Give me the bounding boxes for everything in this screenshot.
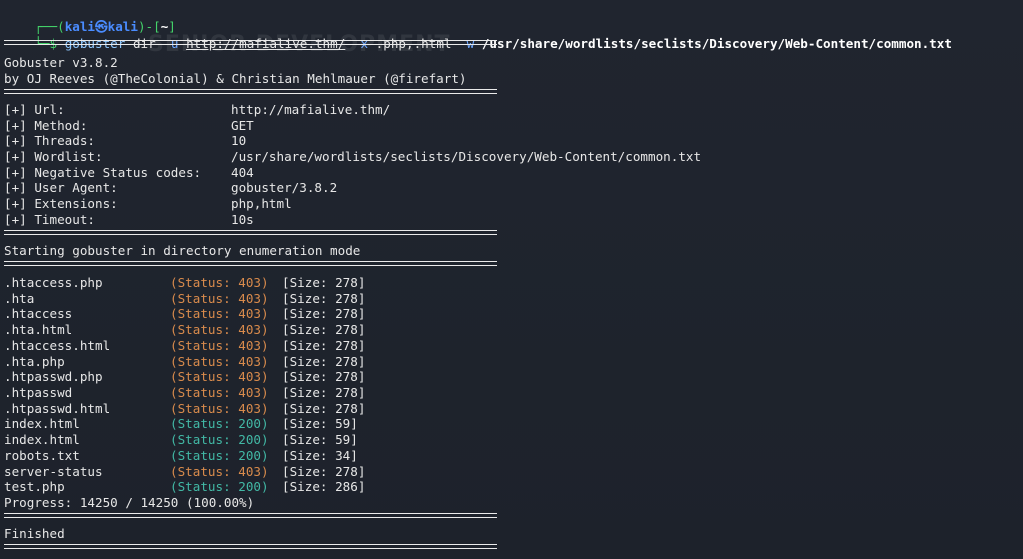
result-size: [Size: 278]	[282, 464, 366, 479]
result-size: [Size: 286]	[282, 479, 366, 494]
separator	[4, 89, 497, 94]
result-row: .hta.html (Status: 403) [Size: 278]	[4, 322, 504, 337]
config-key: [+] Method:	[4, 118, 88, 133]
prompt-line: ┌──(kali㉿kali)-[~]	[4, 4, 176, 34]
result-row: test.php (Status: 200) [Size: 286]	[4, 479, 504, 494]
result-status: (Status: 403)	[170, 291, 269, 306]
result-size: [Size: 278]	[282, 354, 366, 369]
config-row: [+] Negative Status codes: 404	[4, 165, 904, 180]
result-size: [Size: 59]	[282, 416, 358, 431]
result-size: [Size: 278]	[282, 322, 366, 337]
config-key: [+] Negative Status codes:	[4, 165, 202, 180]
result-status: (Status: 403)	[170, 354, 269, 369]
config-value: php,html	[231, 196, 292, 211]
result-path: .hta.php	[4, 354, 65, 369]
result-path: .htpasswd	[4, 385, 73, 400]
config-value: gobuster/3.8.2	[231, 180, 338, 195]
result-size: [Size: 278]	[282, 338, 366, 353]
command-wordlist: /usr/share/wordlists/seclists/Discovery/…	[481, 36, 952, 51]
result-row: .htaccess.php (Status: 403) [Size: 278]	[4, 275, 504, 290]
result-status: (Status: 403)	[170, 385, 269, 400]
config-key: [+] Timeout:	[4, 212, 95, 227]
result-status: (Status: 403)	[170, 464, 269, 479]
result-status: (Status: 200)	[170, 416, 269, 431]
config-row: [+] Timeout: 10s	[4, 212, 904, 227]
result-size: [Size: 278]	[282, 401, 366, 416]
config-key: [+] User Agent:	[4, 180, 118, 195]
result-status: (Status: 200)	[170, 432, 269, 447]
result-status: (Status: 403)	[170, 369, 269, 384]
finished-text: Finished	[4, 526, 65, 541]
result-row: robots.txt (Status: 200) [Size: 34]	[4, 448, 504, 463]
result-row: .htpasswd (Status: 403) [Size: 278]	[4, 385, 504, 400]
config-key: [+] Threads:	[4, 133, 95, 148]
config-row: [+] User Agent: gobuster/3.8.2	[4, 180, 904, 195]
result-row: .htpasswd.php (Status: 403) [Size: 278]	[4, 369, 504, 384]
separator	[4, 513, 497, 518]
config-value: http://mafialive.thm/	[231, 102, 391, 117]
result-path: .htpasswd.html	[4, 401, 111, 416]
result-size: [Size: 278]	[282, 291, 366, 306]
result-size: [Size: 278]	[282, 275, 366, 290]
separator	[4, 40, 497, 45]
result-path: .hta	[4, 291, 35, 306]
command-line[interactable]: └─$ gobuster dir -u http://mafialive.thm…	[4, 21, 952, 51]
result-path: robots.txt	[4, 448, 80, 463]
result-status: (Status: 200)	[170, 448, 269, 463]
config-row: [+] Method: GET	[4, 118, 904, 133]
config-row: [+] Threads: 10	[4, 133, 904, 148]
result-size: [Size: 278]	[282, 369, 366, 384]
banner-credits: by OJ Reeves (@TheColonial) & Christian …	[4, 71, 467, 86]
result-size: [Size: 34]	[282, 448, 358, 463]
config-value: 404	[231, 165, 254, 180]
result-status: (Status: 403)	[170, 322, 269, 337]
result-row: .htaccess (Status: 403) [Size: 278]	[4, 306, 504, 321]
result-path: .htaccess	[4, 306, 73, 321]
result-path: .htaccess.html	[4, 338, 111, 353]
config-key: [+] Url:	[4, 102, 65, 117]
result-row: .hta (Status: 403) [Size: 278]	[4, 291, 504, 306]
result-size: [Size: 59]	[282, 432, 358, 447]
result-path: index.html	[4, 416, 80, 431]
result-path: test.php	[4, 479, 65, 494]
separator	[4, 544, 497, 549]
terminal-window[interactable]: SENIOR DEVELOPMENT ┌──(kali㉿kali)-[~] └─…	[0, 0, 1023, 559]
progress-text: Progress: 14250 / 14250 (100.00%)	[4, 495, 255, 510]
separator	[4, 230, 497, 235]
result-status: (Status: 403)	[170, 306, 269, 321]
banner-title: Gobuster v3.8.2	[4, 55, 118, 70]
config-value: GET	[231, 118, 254, 133]
config-row: [+] Extensions: php,html	[4, 196, 904, 211]
result-size: [Size: 278]	[282, 306, 366, 321]
result-path: .hta.html	[4, 322, 73, 337]
config-key: [+] Extensions:	[4, 196, 118, 211]
result-status: (Status: 403)	[170, 401, 269, 416]
result-path: index.html	[4, 432, 80, 447]
start-message: Starting gobuster in directory enumerati…	[4, 243, 361, 258]
result-status: (Status: 200)	[170, 479, 269, 494]
result-path: .htaccess.php	[4, 275, 103, 290]
result-path: .htpasswd.php	[4, 369, 103, 384]
config-row: [+] Wordlist: /usr/share/wordlists/seclis…	[4, 149, 904, 164]
result-row: server-status (Status: 403) [Size: 278]	[4, 464, 504, 479]
result-size: [Size: 278]	[282, 385, 366, 400]
config-value: 10	[231, 133, 247, 148]
result-path: server-status	[4, 464, 103, 479]
result-row: .htaccess.html (Status: 403) [Size: 278]	[4, 338, 504, 353]
result-status: (Status: 403)	[170, 275, 269, 290]
result-status: (Status: 403)	[170, 338, 269, 353]
separator	[4, 261, 497, 266]
config-key: [+] Wordlist:	[4, 149, 103, 164]
result-row: .htpasswd.html (Status: 403) [Size: 278]	[4, 401, 504, 416]
config-row: [+] Url: http://mafialive.thm/	[4, 102, 904, 117]
result-row: .hta.php (Status: 403) [Size: 278]	[4, 354, 504, 369]
result-row: index.html (Status: 200) [Size: 59]	[4, 416, 504, 431]
result-row: index.html (Status: 200) [Size: 59]	[4, 432, 504, 447]
config-value: /usr/share/wordlists/seclists/Discovery/…	[231, 149, 702, 164]
config-value: 10s	[231, 212, 254, 227]
